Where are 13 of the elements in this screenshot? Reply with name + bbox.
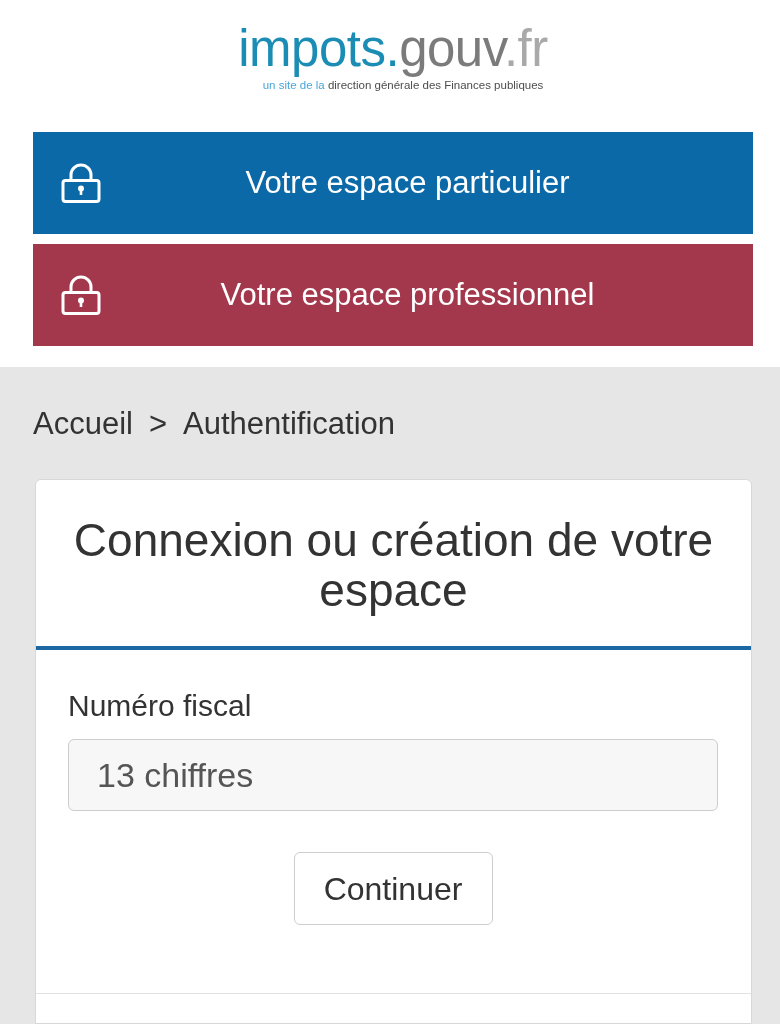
card-title: Connexion ou création de votre espace bbox=[72, 515, 715, 615]
lock-icon bbox=[60, 275, 102, 315]
tax-number-input[interactable]: 13 chiffres bbox=[68, 739, 718, 811]
lock-icon bbox=[60, 163, 102, 203]
breadcrumb-current: Authentification bbox=[183, 405, 396, 443]
breadcrumb-separator: > bbox=[148, 405, 168, 443]
space-button[interactable]: Votre espace professionnel bbox=[33, 244, 753, 346]
site-tagline: un site de la direction générale des Finances publiques bbox=[262, 79, 544, 92]
field-label: Numéro fiscal bbox=[68, 689, 253, 723]
site-logo[interactable]: impots.gouv.fr bbox=[238, 20, 548, 78]
breadcrumb-link[interactable]: Accueil bbox=[33, 405, 133, 443]
continue-button[interactable]: Continuer bbox=[293, 852, 493, 925]
space-button[interactable]: Votre espace particulier bbox=[33, 132, 753, 234]
